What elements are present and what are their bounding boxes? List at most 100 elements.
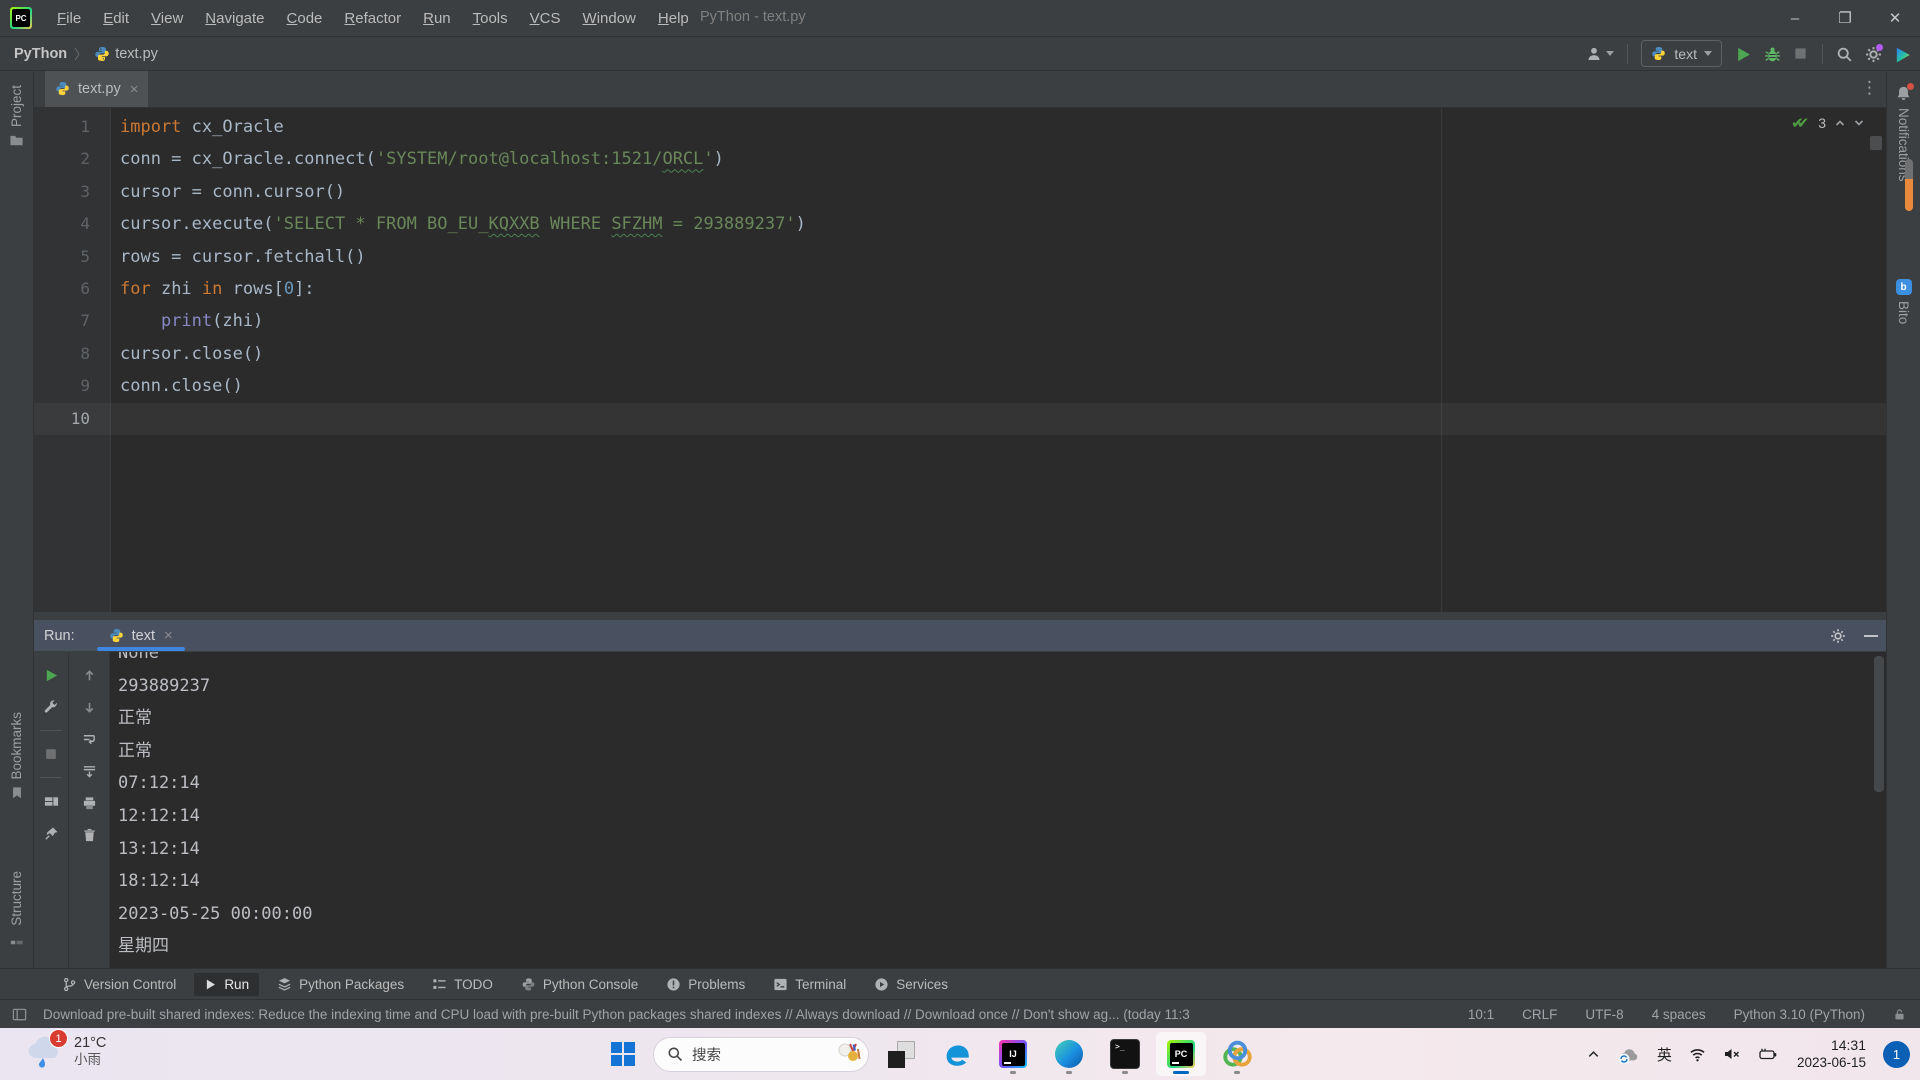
toolwindow-problems[interactable]: Problems (656, 973, 755, 996)
code-editor[interactable]: 1import cx_Oracle2conn = cx_Oracle.conne… (34, 108, 1886, 612)
taskbar-app-edge[interactable] (1044, 1032, 1094, 1076)
code-line[interactable]: 3cursor = conn.cursor() (34, 176, 1886, 208)
toolwindow-python-packages[interactable]: Python Packages (267, 973, 414, 996)
clock-widget[interactable]: 14:31 2023-06-15 (1797, 1036, 1866, 1072)
taskbar-app-rings-browser[interactable] (1212, 1032, 1262, 1076)
toolwindow-todo[interactable]: TODO (422, 973, 503, 996)
menu-code[interactable]: Code (276, 1, 334, 36)
taskbar-app-pycharm[interactable]: PC (1156, 1032, 1206, 1076)
breadcrumb-file[interactable]: text.py (115, 46, 158, 62)
clear-icon[interactable] (80, 826, 98, 844)
pin-icon[interactable] (42, 824, 60, 842)
folder-icon (9, 133, 24, 148)
sidebar-item-bookmarks[interactable]: Bookmarks (0, 712, 33, 800)
menu-edit[interactable]: Edit (92, 1, 140, 36)
code-line[interactable]: 9conn.close() (34, 370, 1886, 402)
status-line-ending[interactable]: CRLF (1522, 1007, 1557, 1022)
status-interpreter[interactable]: Python 3.10 (PyThon) (1734, 1007, 1865, 1022)
code-line[interactable]: 1import cx_Oracle (34, 111, 1886, 143)
code-line[interactable]: 4cursor.execute('SELECT * FROM BO_EU_KQX… (34, 208, 1886, 240)
toolwindow-run[interactable]: Run (194, 973, 259, 996)
console-scrollbar[interactable] (1874, 656, 1884, 792)
menu-view[interactable]: View (140, 1, 194, 36)
stop-button[interactable] (1793, 46, 1809, 62)
lock-icon[interactable] (1893, 1008, 1906, 1021)
toolwindow-terminal[interactable]: Terminal (763, 973, 856, 996)
run-button[interactable] (1735, 46, 1751, 62)
up-icon[interactable] (80, 666, 98, 684)
run-tab-close-icon[interactable]: × (164, 627, 173, 644)
taskbar-search-input[interactable]: 搜索 (653, 1037, 869, 1072)
run-configuration-select[interactable]: text (1641, 40, 1722, 67)
inspections-widget[interactable]: ✔✔ 3 (1791, 114, 1864, 132)
taskbar-app-task-view[interactable] (876, 1032, 926, 1076)
toolwindow-version-control[interactable]: Version Control (52, 973, 186, 996)
search-daily-image[interactable] (836, 1041, 862, 1067)
sidebar-item-structure[interactable]: Structure (0, 871, 33, 946)
onedrive-icon[interactable] (1618, 1046, 1640, 1063)
status-caret-position[interactable]: 10:1 (1468, 1007, 1494, 1022)
code-line[interactable]: 7 print(zhi) (34, 305, 1886, 337)
toolwindow-services[interactable]: Services (864, 973, 958, 996)
menu-vcs[interactable]: VCS (519, 1, 572, 36)
layout-icon[interactable] (42, 792, 60, 810)
weather-widget[interactable]: 1 21°C 小雨 (26, 1032, 106, 1070)
tab-text-py[interactable]: text.py × (45, 71, 148, 107)
sidebar-item-project[interactable]: Project (0, 85, 33, 148)
tray-chevron-up-icon[interactable] (1586, 1047, 1601, 1062)
code-line[interactable]: 10 (34, 403, 1886, 435)
close-button[interactable]: ✕ (1870, 0, 1920, 36)
tool-window-toggle-icon[interactable] (12, 1007, 27, 1022)
status-message[interactable]: Download pre-built shared indexes: Reduc… (43, 1007, 1190, 1022)
taskbar-app-edge-legacy[interactable] (932, 1032, 982, 1076)
menu-refactor[interactable]: Refactor (333, 1, 412, 36)
debug-button[interactable] (1764, 46, 1780, 62)
softwrap-icon[interactable] (80, 730, 98, 748)
menu-file[interactable]: File (46, 1, 92, 36)
sidebar-item-notifications[interactable]: Notifications (1887, 85, 1920, 182)
toolwindow-python-console[interactable]: Python Console (511, 973, 648, 996)
next-problem-icon[interactable] (1854, 118, 1864, 128)
search-everywhere-icon[interactable] (1836, 46, 1852, 62)
minimize-button[interactable]: – (1770, 0, 1820, 36)
run-panel-settings-icon[interactable] (1830, 628, 1846, 644)
notification-count-badge[interactable]: 1 (1883, 1041, 1910, 1068)
start-button[interactable] (600, 1032, 646, 1076)
stop-icon[interactable] (42, 745, 60, 763)
taskbar-app-terminal[interactable]: >_ (1100, 1032, 1150, 1076)
volume-muted-icon[interactable] (1723, 1046, 1741, 1062)
tab-close-icon[interactable]: × (130, 81, 139, 98)
menu-window[interactable]: Window (572, 1, 647, 36)
scrollend-icon[interactable] (80, 762, 98, 780)
code-line[interactable]: 5rows = cursor.fetchall() (34, 241, 1886, 273)
code-line[interactable]: 6for zhi in rows[0]: (34, 273, 1886, 305)
restore-button[interactable]: ❐ (1820, 0, 1870, 36)
down-icon[interactable] (80, 698, 98, 716)
prev-problem-icon[interactable] (1835, 118, 1845, 128)
status-file-encoding[interactable]: UTF-8 (1585, 1007, 1623, 1022)
run-tab-text[interactable]: text × (97, 620, 185, 651)
menu-navigate[interactable]: Navigate (194, 1, 275, 36)
battery-charging-icon[interactable] (1758, 1046, 1778, 1062)
settings-icon[interactable] (42, 698, 60, 716)
run-panel-hide-icon[interactable] (1864, 635, 1878, 637)
code-line[interactable]: 8cursor.close() (34, 338, 1886, 370)
wifi-icon[interactable] (1689, 1046, 1706, 1063)
menu-tools[interactable]: Tools (462, 1, 519, 36)
code-line[interactable]: 2conn = cx_Oracle.connect('SYSTEM/root@l… (34, 143, 1886, 175)
ai-assistant-icon[interactable] (1894, 46, 1910, 62)
menu-run[interactable]: Run (412, 1, 462, 36)
input-language-indicator[interactable]: 英 (1657, 1044, 1672, 1065)
user-account-button[interactable] (1586, 46, 1614, 62)
tab-options-icon[interactable]: ⋮ (1861, 78, 1878, 98)
rerun-icon[interactable] (42, 666, 60, 684)
status-indent-style[interactable]: 4 spaces (1652, 1007, 1706, 1022)
taskbar-app-intellij-idea[interactable]: IJ (988, 1032, 1038, 1076)
menu-help[interactable]: Help (647, 1, 700, 36)
settings-gear-icon[interactable] (1865, 46, 1881, 62)
editor-scrollbar[interactable] (1870, 136, 1882, 150)
sidebar-item-bito[interactable]: b Bito (1887, 279, 1920, 324)
print-icon[interactable] (80, 794, 98, 812)
run-console-output[interactable]: None293889237正常正常07:12:1412:12:1413:12:1… (110, 652, 1886, 968)
breadcrumb-project[interactable]: PyThon (14, 46, 67, 62)
